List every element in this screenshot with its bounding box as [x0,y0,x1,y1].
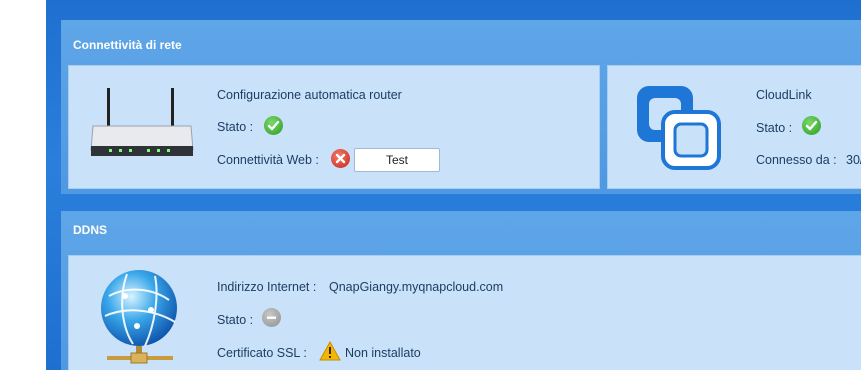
ddns-ssl-label: Certificato SSL : [217,346,307,360]
cloudlink-title: CloudLink [756,88,812,102]
router-title: Configurazione automatica router [217,88,402,102]
cloudlink-status-label: Stato : [756,121,793,135]
ddns-status-label: Stato : [217,313,254,327]
test-button[interactable]: Test [354,148,440,172]
check-icon [264,116,283,135]
disabled-icon [262,308,281,327]
ddns-internet-label: Indirizzo Internet : [217,280,317,294]
cloudlink-connected-label: Connesso da : [756,153,837,167]
ddns-internet-value: QnapGiangy.myqnapcloud.com [329,280,504,294]
section-title: Connettività di rete [73,38,182,52]
section-title: DDNS [73,223,108,237]
app-background: Connettività di rete Configurazione auto… [46,0,861,370]
cloudlink-card: CloudLink Stato : Connesso da : 30/ [607,65,861,189]
ddns-ssl-value: Non installato [345,346,421,360]
router-icon [90,88,194,156]
cloudlink-connected-value: 30/ [846,153,861,167]
router-status-label: Stato : [217,120,254,134]
ddns-section: DDNS Indirizzo Internet: QnapGiangy.myq… [61,211,861,370]
check-icon [802,116,821,135]
cloudlink-icon [637,86,721,170]
router-card: Configurazione automatica router Stato :… [68,65,600,189]
warning-icon [319,341,341,361]
router-web-label: Connettività Web : [217,153,319,167]
error-x-icon [331,149,350,168]
globe-network-icon [101,270,177,364]
ddns-card: Indirizzo Internet : QnapGiangy.myqnapcl… [68,255,861,370]
network-connectivity-section: Connettività di rete Configurazione auto… [61,20,861,194]
